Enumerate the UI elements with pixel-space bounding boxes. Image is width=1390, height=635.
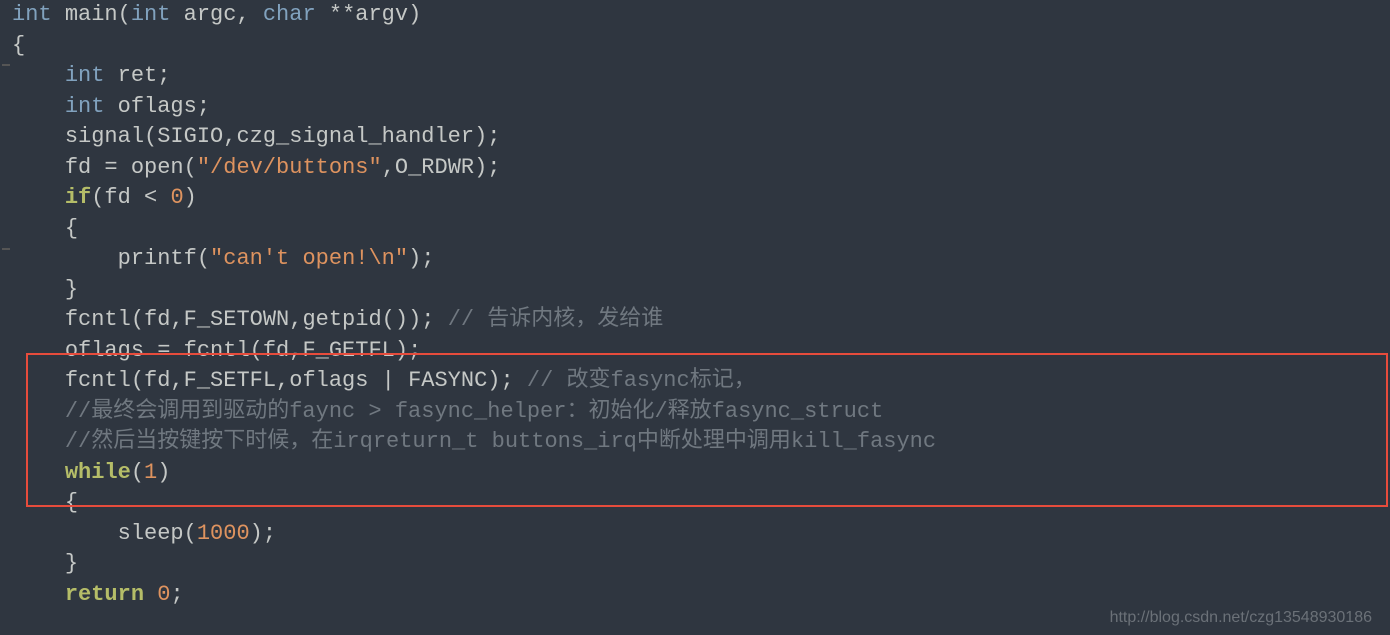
code-line: fd = open("/dev/buttons",O_RDWR); — [12, 155, 501, 180]
code-line: { — [12, 490, 78, 515]
code-line: } — [12, 551, 78, 576]
code-line: if(fd < 0) — [12, 185, 197, 210]
code-line: int oflags; — [12, 94, 210, 119]
code-line: while(1) — [12, 460, 170, 485]
code-line: return 0; — [12, 582, 184, 607]
code-line: //最终会调用到驱动的faync > fasync_helper：初始化/释放f… — [12, 399, 883, 424]
code-line: printf("can't open!\n"); — [12, 246, 435, 271]
code-line: fcntl(fd,F_SETOWN,getpid()); // 告诉内核，发给谁 — [12, 307, 663, 332]
code-line: } — [12, 277, 78, 302]
code-line: sleep(1000); — [12, 521, 276, 546]
code-line: oflags = fcntl(fd,F_GETFL); — [12, 338, 421, 363]
code-line: int main(int argc, char **argv) — [12, 2, 421, 27]
code-line: signal(SIGIO,czg_signal_handler); — [12, 124, 501, 149]
code-line: int ret; — [12, 63, 170, 88]
watermark-text: http://blog.csdn.net/czg13548930186 — [1110, 609, 1372, 627]
code-line: { — [12, 33, 25, 58]
code-line: { — [12, 216, 78, 241]
code-line: fcntl(fd,F_SETFL,oflags | FASYNC); // 改变… — [12, 368, 756, 393]
code-block: int main(int argc, char **argv) { int re… — [12, 0, 1390, 610]
editor-gutter — [0, 0, 10, 635]
code-line: //然后当按键按下时候，在irqreturn_t buttons_irq中断处理… — [12, 429, 936, 454]
